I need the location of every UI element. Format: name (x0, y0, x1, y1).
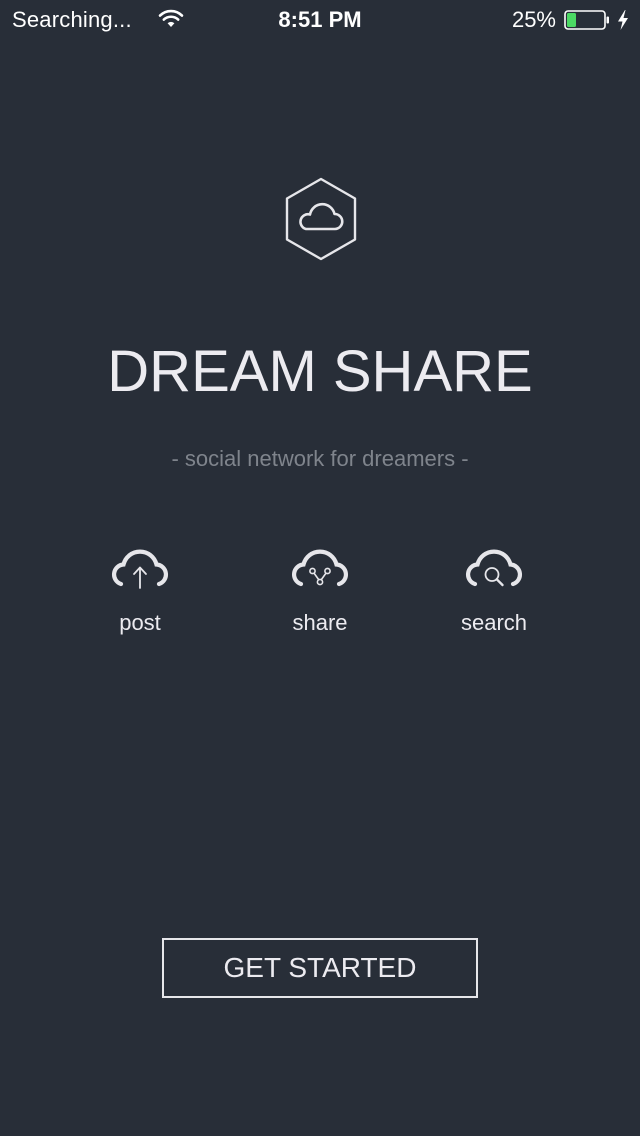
get-started-button[interactable]: GET STARTED (162, 938, 478, 998)
status-bar: Searching... 8:51 PM 25% (0, 0, 640, 40)
cloud-search-icon (424, 540, 564, 590)
feature-label-post: post (119, 610, 161, 635)
battery-icon (564, 10, 610, 30)
feature-post: post (70, 540, 210, 636)
feature-label-search: search (460, 610, 528, 635)
app-title: DREAM SHARE (107, 339, 533, 404)
feature-search: search (424, 540, 564, 636)
app-tagline: - social network for dreamers - (171, 446, 469, 471)
cloud-share-icon (250, 540, 390, 590)
feature-share: share (250, 540, 390, 636)
cloud-upload-icon (70, 540, 210, 590)
charging-bolt-icon (616, 9, 630, 31)
feature-label-share: share (292, 610, 348, 635)
battery-percent: 25% (511, 7, 556, 32)
cloud-hexagon-logo-icon (283, 176, 359, 262)
